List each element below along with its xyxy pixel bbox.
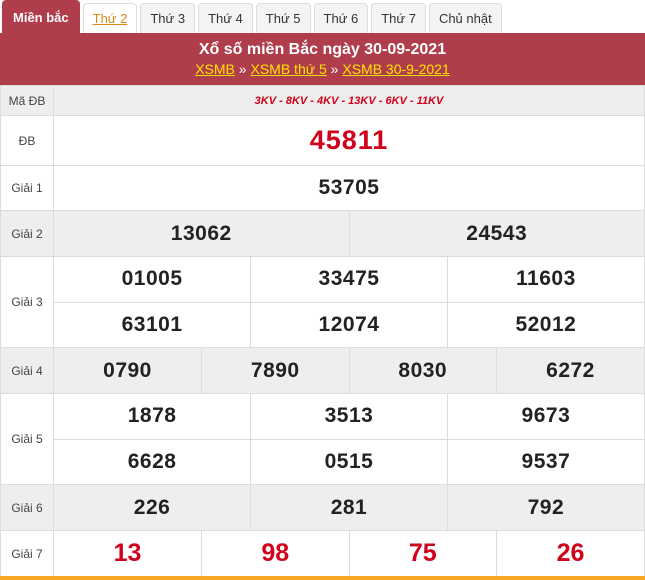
results-header: Xổ số miền Bắc ngày 30-09-2021 XSMB » XS… xyxy=(0,33,645,85)
row-label: Giải 1 xyxy=(0,165,54,211)
table-row: Giải 6 226 281 792 xyxy=(0,484,645,531)
tab-thu-3[interactable]: Thứ 3 xyxy=(140,3,196,33)
tab-thu-4[interactable]: Thứ 4 xyxy=(198,3,253,33)
prize-number: 0790 xyxy=(54,348,202,393)
tab-thu-7[interactable]: Thứ 7 xyxy=(371,3,426,33)
prize-number: 63101 xyxy=(54,301,251,347)
prize-number: 9673 xyxy=(446,394,644,439)
tab-thu-5[interactable]: Thứ 5 xyxy=(255,3,311,33)
prize-number: 13062 xyxy=(54,211,349,256)
prize-number: 792 xyxy=(446,485,644,530)
table-row: Giải 3 01005 33475 11603 63101 12074 520… xyxy=(0,256,645,348)
prize-number: 33475 xyxy=(250,257,448,302)
breadcrumb-xsmb-date[interactable]: XSMB 30-9-2021 xyxy=(342,61,449,77)
table-row: Giải 4 0790 7890 8030 6272 xyxy=(0,347,645,394)
prize-number: 281 xyxy=(250,485,448,530)
table-row: Giải 2 13062 24543 xyxy=(0,210,645,257)
prize-number: 1878 xyxy=(127,404,177,428)
tab-thu-6[interactable]: Thứ 6 xyxy=(313,3,369,33)
special-code: 3KV - 8KV - 4KV - 13KV - 6KV - 11KV xyxy=(53,85,645,116)
breadcrumb-separator: » xyxy=(238,61,247,77)
prize-number: 12074 xyxy=(250,301,448,347)
prize-number: 53705 xyxy=(53,165,645,211)
page-title: Xổ số miền Bắc ngày 30-09-2021 xyxy=(198,41,447,58)
prize-number: 7890 xyxy=(201,348,349,393)
region-day-tabs: Miền bắc Thứ 2 Thứ 3 Thứ 4 Thứ 5 Thứ 6 T… xyxy=(0,0,645,33)
breadcrumb: XSMB » XSMB thứ 5 » XSMB 30-9-2021 xyxy=(0,60,645,78)
table-row: Giải 7 13 98 75 26 xyxy=(0,530,645,577)
row-label: Giải 3 xyxy=(0,256,54,348)
table-row: Giải 1 53705 xyxy=(0,165,645,211)
prize-number: 3513 xyxy=(250,394,448,439)
lottery-results-widget: Miền bắc Thứ 2 Thứ 3 Thứ 4 Thứ 5 Thứ 6 T… xyxy=(0,0,645,580)
prize-number: 75 xyxy=(348,531,497,576)
prize-number: 13 xyxy=(113,539,142,567)
prize-number: 226 xyxy=(54,485,251,530)
prize-number: 6272 xyxy=(496,348,644,393)
tab-thu-2[interactable]: Thứ 2 xyxy=(82,3,138,33)
row-label: Giải 7 xyxy=(0,530,54,577)
prize-number: 98 xyxy=(201,531,349,576)
prize-number: 0515 xyxy=(250,438,448,484)
table-row: Mã ĐB 3KV - 8KV - 4KV - 13KV - 6KV - 11K… xyxy=(0,85,645,116)
special-prize-number: 45811 xyxy=(53,115,645,166)
breadcrumb-xsmb[interactable]: XSMB xyxy=(195,61,235,77)
prize-number: 26 xyxy=(496,531,644,576)
row-label: Mã ĐB xyxy=(0,85,54,116)
prize-number: 9537 xyxy=(446,438,644,484)
prize-number: 52012 xyxy=(446,301,644,347)
prize-number: 8030 xyxy=(348,348,497,393)
row-label: Giải 2 xyxy=(0,210,54,257)
row-label: Giải 4 xyxy=(0,347,54,394)
prize-number: 01005 xyxy=(121,267,183,291)
prize-number: 11603 xyxy=(446,257,644,302)
tab-chu-nhat[interactable]: Chủ nhật xyxy=(428,3,502,33)
table-row: ĐB 45811 xyxy=(0,115,645,166)
row-label: ĐB xyxy=(0,115,54,166)
results-table: Mã ĐB 3KV - 8KV - 4KV - 13KV - 6KV - 11K… xyxy=(0,85,645,577)
row-label: Giải 5 xyxy=(0,393,54,485)
bottom-accent-bar xyxy=(0,576,645,580)
prize-number: 24543 xyxy=(348,211,644,256)
breadcrumb-separator: » xyxy=(330,61,339,77)
table-row: Giải 5 1878 3513 9673 6628 0515 9537 xyxy=(0,393,645,485)
row-label: Giải 6 xyxy=(0,484,54,531)
tab-mien-bac[interactable]: Miền bắc xyxy=(2,0,80,33)
prize-number: 6628 xyxy=(54,438,251,484)
breadcrumb-xsmb-thu-5[interactable]: XSMB thứ 5 xyxy=(250,61,326,77)
